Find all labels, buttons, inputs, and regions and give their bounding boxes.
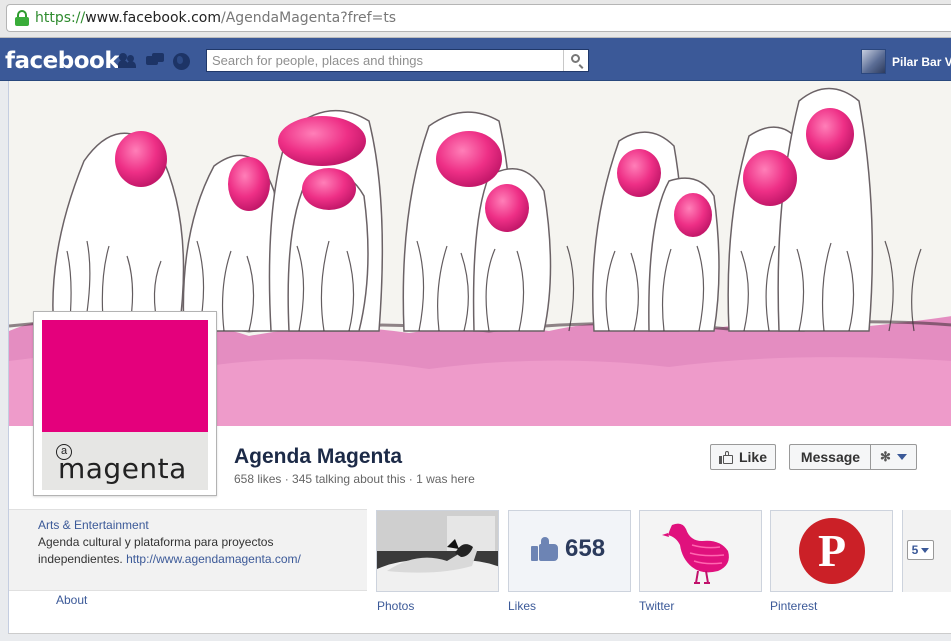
website-link[interactable]: http://www.agendamagenta.com/	[126, 552, 301, 566]
page-title[interactable]: Agenda Magenta	[234, 445, 402, 469]
likes-label[interactable]: Likes	[508, 599, 536, 613]
pinterest-logo-icon: P	[799, 518, 865, 584]
gear-icon: ✻	[880, 449, 891, 464]
friend-requests-icon[interactable]	[118, 53, 137, 69]
avatar	[861, 49, 886, 74]
page-timeline: a magenta Agenda Magenta 658 likes · 345…	[8, 81, 951, 636]
likes-count: 658	[565, 535, 606, 562]
more-apps-button[interactable]: 5	[907, 540, 934, 560]
logo-wordmark: magenta	[58, 452, 187, 485]
photos-label[interactable]: Photos	[377, 599, 414, 613]
search-button[interactable]	[563, 50, 588, 71]
search-input[interactable]	[207, 50, 563, 71]
photos-app-tile[interactable]	[376, 510, 499, 592]
photos-thumbnail	[377, 511, 498, 591]
about-link[interactable]: About	[56, 593, 87, 607]
url-text[interactable]: https://www.facebook.com/AgendaMagenta?f…	[35, 10, 396, 26]
messages-icon[interactable]	[146, 53, 164, 69]
settings-dropdown-button[interactable]: ✻	[870, 444, 917, 470]
page-description: Agenda cultural y plataforma para proyec…	[38, 535, 301, 566]
facebook-logo[interactable]: facebook	[5, 48, 120, 74]
timeline-divider	[8, 633, 951, 641]
user-name: Pilar Bar V	[892, 54, 951, 69]
page-stats: 658 likes · 345 talking about this · 1 w…	[234, 472, 475, 486]
thumbs-up-icon	[531, 536, 560, 562]
facebook-header: facebook Pilar Bar V	[0, 38, 951, 81]
profile-link[interactable]: Pilar Bar V	[861, 49, 951, 74]
browser-toolbar: https://www.facebook.com/AgendaMagenta?f…	[0, 0, 951, 38]
pinterest-label[interactable]: Pinterest	[770, 599, 817, 613]
message-button[interactable]: Message	[789, 444, 871, 470]
logo-text-block: a magenta	[42, 432, 208, 490]
about-box: Arts & Entertainment Agenda cultural y p…	[9, 509, 367, 591]
chevron-down-icon	[921, 547, 930, 553]
thumbs-up-icon	[718, 450, 733, 464]
lock-icon	[15, 10, 29, 26]
like-button[interactable]: Like	[710, 444, 776, 470]
notifications-globe-icon[interactable]	[173, 53, 190, 70]
bird-icon	[662, 523, 729, 584]
search-box	[206, 49, 589, 72]
pinterest-app-tile[interactable]: P	[770, 510, 893, 592]
twitter-label[interactable]: Twitter	[639, 599, 674, 613]
chevron-down-icon	[896, 454, 907, 460]
search-icon	[571, 54, 580, 63]
address-bar[interactable]: https://www.facebook.com/AgendaMagenta?f…	[6, 4, 951, 32]
twitter-app-tile[interactable]	[639, 510, 762, 592]
logo-magenta-block	[42, 320, 208, 432]
likes-app-tile[interactable]: 658	[508, 510, 631, 592]
page-category[interactable]: Arts & Entertainment	[38, 518, 367, 532]
profile-picture[interactable]: a magenta	[33, 311, 217, 496]
